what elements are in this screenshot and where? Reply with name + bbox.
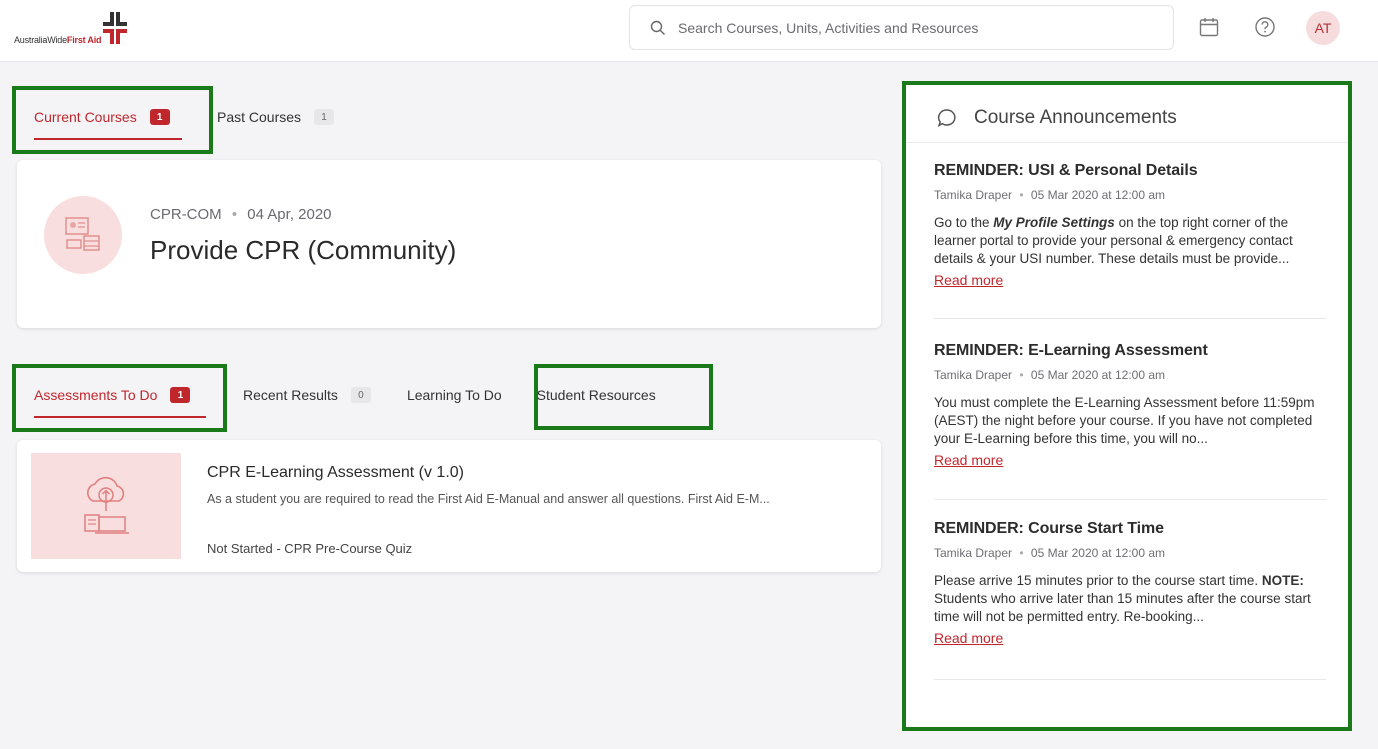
announcement-title[interactable]: REMINDER: USI & Personal Details [934, 162, 1326, 180]
assessment-description: As a student you are required to read th… [207, 492, 770, 506]
logo[interactable]: AustraliaWideFirst Aid [14, 12, 128, 48]
classroom-icon [65, 217, 100, 251]
announcement-meta: Tamika Draper • 05 Mar 2020 at 12:00 am [934, 368, 1166, 382]
search-bar[interactable] [629, 5, 1174, 50]
announcements-panel: Course Announcements REMINDER: USI & Per… [906, 85, 1348, 727]
announcement-date: 05 Mar 2020 at 12:00 am [1030, 546, 1166, 560]
assessment-image [31, 453, 181, 559]
assessment-title[interactable]: CPR E-Learning Assessment (v 1.0) [207, 464, 464, 482]
tab-current-courses[interactable]: Current Courses 1 [34, 94, 182, 140]
tab-label: Assessments To Do [34, 387, 158, 403]
search-input[interactable] [678, 19, 1158, 36]
announcement-author: Tamika Draper [934, 188, 1013, 202]
announcement-title[interactable]: REMINDER: Course Start Time [934, 520, 1326, 538]
cloud-upload-icon [84, 476, 129, 534]
tab-label: Learning To Do [406, 387, 502, 403]
top-header: AustraliaWideFirst Aid AT [0, 0, 1378, 62]
count-badge: 1 [314, 109, 335, 125]
course-code: CPR-COM [150, 206, 222, 223]
user-avatar[interactable]: AT [1306, 11, 1340, 45]
announcement-meta: Tamika Draper • 05 Mar 2020 at 12:00 am [934, 188, 1166, 202]
announcement-date: 05 Mar 2020 at 12:00 am [1030, 188, 1166, 202]
tab-label: Student Resources [536, 387, 656, 403]
course-card[interactable]: CPR-COM • 04 Apr, 2020 Provide CPR (Comm… [17, 160, 881, 328]
tab-past-courses[interactable]: Past Courses 1 [217, 94, 335, 140]
tab-student-resources[interactable]: Student Resources [537, 372, 656, 418]
read-more-link[interactable]: Read more [934, 272, 1003, 288]
announcements-header: Course Announcements [936, 107, 1177, 129]
count-badge: 1 [149, 109, 170, 125]
read-more-link[interactable]: Read more [934, 630, 1003, 646]
announcement-body: You must complete the E-Learning Assessm… [934, 395, 1315, 446]
count-badge: 1 [170, 387, 191, 403]
course-date: 04 Apr, 2020 [247, 206, 332, 223]
tab-assessments-to-do[interactable]: Assessments To Do 1 [34, 372, 206, 418]
read-more-link[interactable]: Read more [934, 452, 1003, 468]
announcement-author: Tamika Draper [934, 546, 1013, 560]
announcement-item: REMINDER: E-Learning Assessment Tamika D… [934, 342, 1326, 500]
announcements-heading: Course Announcements [974, 107, 1177, 128]
tab-label: Current Courses [34, 109, 137, 125]
announcement-item: REMINDER: USI & Personal Details Tamika … [934, 162, 1326, 319]
course-tabs: Current Courses 1 Past Courses 1 [34, 94, 335, 140]
logo-text: AustraliaWideFirst Aid [14, 35, 102, 45]
tab-label: Past Courses [217, 109, 302, 125]
announcement-date: 05 Mar 2020 at 12:00 am [1030, 368, 1166, 382]
count-badge: 0 [350, 387, 371, 403]
search-icon [650, 20, 665, 35]
tab-label: Recent Results [243, 387, 338, 403]
assessment-status: Not Started - CPR Pre-Course Quiz [207, 541, 413, 556]
tab-recent-results[interactable]: Recent Results 0 [243, 372, 371, 418]
divider [906, 142, 1348, 143]
logo-mark-icon [102, 12, 128, 48]
announcement-item: REMINDER: Course Start Time Tamika Drape… [934, 520, 1326, 680]
calendar-icon[interactable] [1198, 16, 1220, 38]
announcement-author: Tamika Draper [934, 368, 1013, 382]
help-icon[interactable] [1254, 16, 1276, 38]
announcement-meta: Tamika Draper • 05 Mar 2020 at 12:00 am [934, 546, 1166, 560]
course-image [44, 196, 122, 274]
announcement-title[interactable]: REMINDER: E-Learning Assessment [934, 342, 1326, 360]
assessment-card[interactable]: CPR E-Learning Assessment (v 1.0) As a s… [17, 440, 881, 572]
course-title[interactable]: Provide CPR (Community) [150, 235, 456, 266]
activity-tabs: Assessments To Do 1 Recent Results 0 Lea… [34, 372, 656, 418]
announcement-body: Please arrive 15 minutes prior to the co… [934, 573, 1311, 624]
announcement-body: Go to the My Profile Settings on the top… [934, 215, 1293, 266]
tab-learning-to-do[interactable]: Learning To Do [407, 372, 502, 418]
course-meta: CPR-COM • 04 Apr, 2020 [150, 206, 332, 223]
chat-bubble-icon [937, 109, 956, 128]
